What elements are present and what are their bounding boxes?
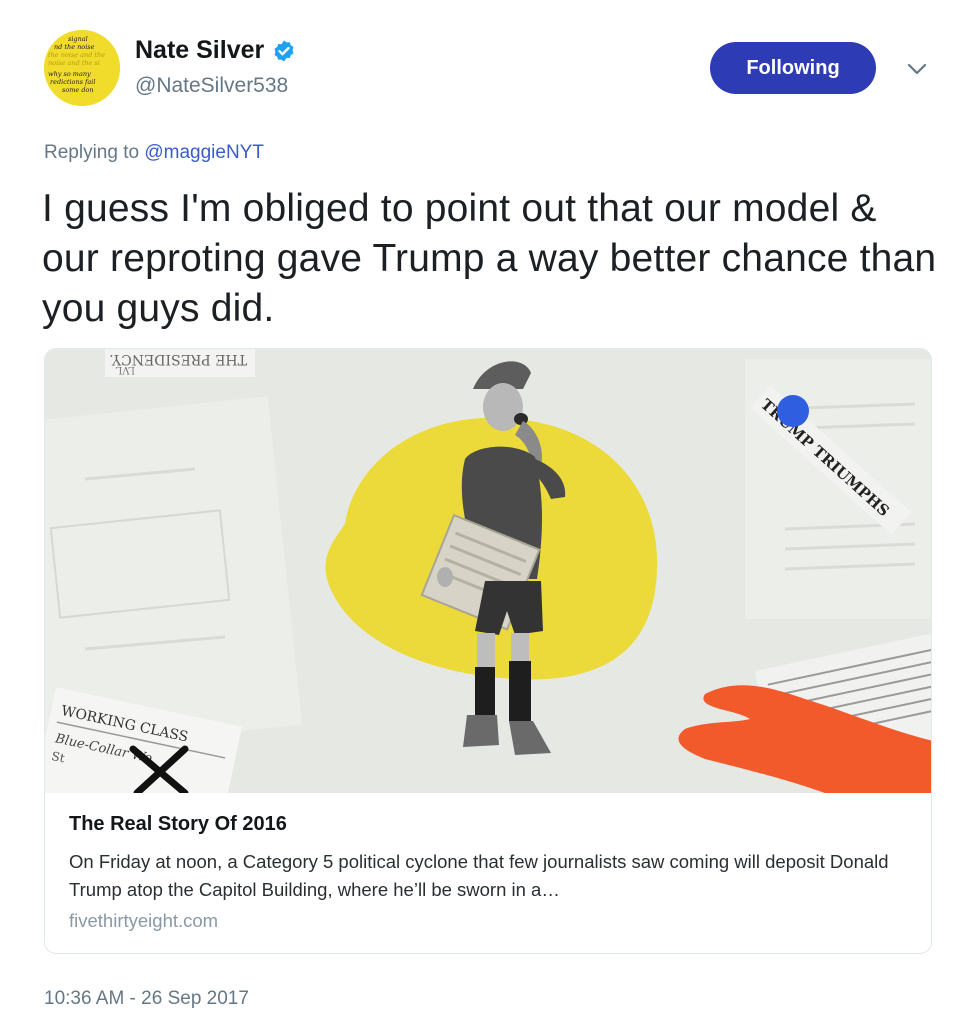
- author-name-row[interactable]: Nate Silver: [135, 36, 296, 65]
- avatar-line-5: why so many: [48, 70, 91, 78]
- card-title[interactable]: The Real Story Of 2016: [69, 813, 909, 836]
- card-domain[interactable]: fivethirtyeight.com: [69, 910, 909, 932]
- following-button[interactable]: Following: [710, 42, 876, 94]
- link-card[interactable]: THE PRESIDENCY. LVL TRUMP TRIUMPHS WORKI…: [44, 348, 932, 954]
- avatar-line-2: nd the noise: [54, 43, 95, 51]
- reply-prefix: Replying to: [44, 142, 145, 163]
- more-options-button[interactable]: [902, 56, 932, 82]
- avatar-line-1: signal: [68, 35, 88, 43]
- avatar-line-4: noise and the si: [48, 59, 100, 67]
- reply-mention-link[interactable]: @maggieNYT: [144, 142, 264, 163]
- card-description: On Friday at noon, a Category 5 politica…: [69, 851, 889, 900]
- clipping-top-prefix: LVL: [115, 364, 135, 375]
- tweet-timestamp[interactable]: 10:36 AM - 26 Sep 2017: [44, 988, 249, 1010]
- author-handle[interactable]: @NateSilver538: [135, 74, 288, 98]
- reply-context: Replying to @maggieNYT: [44, 142, 264, 164]
- avatar-line-6: redictions fail: [50, 78, 95, 86]
- verified-badge-icon: [272, 39, 296, 63]
- blue-paint-dot: [777, 395, 809, 427]
- tweet-text: I guess I'm obliged to point out that ou…: [42, 187, 937, 330]
- card-image: THE PRESIDENCY. LVL TRUMP TRIUMPHS WORKI…: [45, 349, 931, 793]
- chevron-down-icon: [907, 63, 927, 75]
- author-display-name[interactable]: Nate Silver: [135, 36, 264, 65]
- avatar-image: signal nd the noise the noise and the no…: [44, 30, 120, 106]
- avatar-line-7: some don: [62, 86, 94, 94]
- avatar[interactable]: signal nd the noise the noise and the no…: [44, 30, 120, 106]
- card-body: The Real Story Of 2016 On Friday at noon…: [45, 793, 931, 953]
- avatar-line-3: the noise and the: [48, 51, 105, 59]
- tweet: signal nd the noise the noise and the no…: [0, 0, 980, 1034]
